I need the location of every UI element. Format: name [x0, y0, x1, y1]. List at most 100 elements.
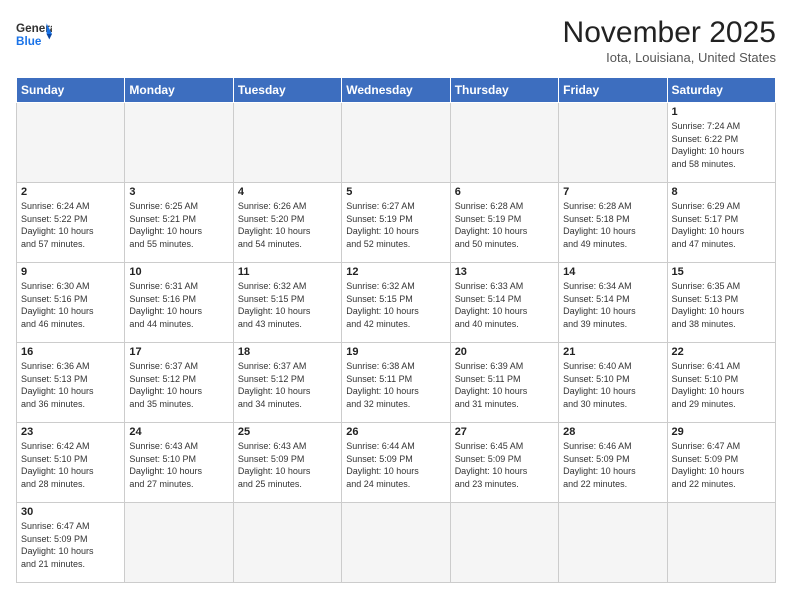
day-info: Sunrise: 6:32 AM Sunset: 5:15 PM Dayligh… — [346, 280, 445, 330]
day-header-sunday: Sunday — [17, 78, 125, 103]
day-cell: 8Sunrise: 6:29 AM Sunset: 5:17 PM Daylig… — [667, 183, 775, 263]
day-cell: 26 Sunrise: 6:44 AM Sunset: 5:09 PM Dayli… — [342, 423, 450, 503]
day-cell: 22 Sunrise: 6:41 AM Sunset: 5:10 PM Dayli… — [667, 343, 775, 423]
day-info: Sunrise: 6:34 AM Sunset: 5:14 PM Dayligh… — [563, 280, 662, 330]
day-cell: 7Sunrise: 6:28 AM Sunset: 5:18 PM Daylig… — [559, 183, 667, 263]
day-number: 15 — [672, 266, 771, 278]
day-cell: 30 Sunrise: 6:47 AM Sunset: 5:09 PM Dayli… — [17, 503, 125, 583]
day-number: 6 — [455, 186, 554, 198]
day-info: Sunrise: 6:28 AM Sunset: 5:19 PM Dayligh… — [455, 200, 554, 250]
day-cell: 6 Sunrise: 6:28 AM Sunset: 5:19 PM Daylig… — [450, 183, 558, 263]
day-cell — [233, 103, 341, 183]
day-cell: 11Sunrise: 6:32 AM Sunset: 5:15 PM Dayli… — [233, 263, 341, 343]
day-cell: 2 Sunrise: 6:24 AM Sunset: 5:22 PM Daylig… — [17, 183, 125, 263]
day-number: 5 — [346, 186, 445, 198]
week-row-3: 16 Sunrise: 6:36 AM Sunset: 5:13 PM Dayli… — [17, 343, 776, 423]
week-row-0: 1Sunrise: 7:24 AM Sunset: 6:22 PM Daylig… — [17, 103, 776, 183]
day-info: Sunrise: 6:44 AM Sunset: 5:09 PM Dayligh… — [346, 440, 445, 490]
day-cell: 9Sunrise: 6:30 AM Sunset: 5:16 PM Daylig… — [17, 263, 125, 343]
day-cell: 17Sunrise: 6:37 AM Sunset: 5:12 PM Dayli… — [125, 343, 233, 423]
day-number: 22 — [672, 346, 771, 358]
logo: General Blue — [16, 16, 52, 52]
day-cell: 23 Sunrise: 6:42 AM Sunset: 5:10 PM Dayli… — [17, 423, 125, 503]
day-cell — [125, 103, 233, 183]
day-cell: 16 Sunrise: 6:36 AM Sunset: 5:13 PM Dayli… — [17, 343, 125, 423]
day-number: 21 — [563, 346, 662, 358]
day-info: Sunrise: 6:43 AM Sunset: 5:10 PM Dayligh… — [129, 440, 228, 490]
day-info: Sunrise: 6:45 AM Sunset: 5:09 PM Dayligh… — [455, 440, 554, 490]
day-cell — [17, 103, 125, 183]
day-cell — [667, 503, 775, 583]
day-info: Sunrise: 6:27 AM Sunset: 5:19 PM Dayligh… — [346, 200, 445, 250]
day-info: Sunrise: 6:37 AM Sunset: 5:12 PM Dayligh… — [238, 360, 337, 410]
page-header: General Blue November 2025 Iota, Louisia… — [16, 16, 776, 65]
day-number: 13 — [455, 266, 554, 278]
day-number: 28 — [563, 426, 662, 438]
day-number: 26 — [346, 426, 445, 438]
day-info: Sunrise: 6:42 AM Sunset: 5:10 PM Dayligh… — [21, 440, 120, 490]
day-info: Sunrise: 6:31 AM Sunset: 5:16 PM Dayligh… — [129, 280, 228, 330]
day-info: Sunrise: 6:46 AM Sunset: 5:09 PM Dayligh… — [563, 440, 662, 490]
day-cell — [450, 103, 558, 183]
day-cell: 18 Sunrise: 6:37 AM Sunset: 5:12 PM Dayli… — [233, 343, 341, 423]
day-number: 14 — [563, 266, 662, 278]
day-number: 18 — [238, 346, 337, 358]
day-info: Sunrise: 6:38 AM Sunset: 5:11 PM Dayligh… — [346, 360, 445, 410]
day-info: Sunrise: 6:26 AM Sunset: 5:20 PM Dayligh… — [238, 200, 337, 250]
week-row-4: 23 Sunrise: 6:42 AM Sunset: 5:10 PM Dayli… — [17, 423, 776, 503]
day-cell: 10Sunrise: 6:31 AM Sunset: 5:16 PM Dayli… — [125, 263, 233, 343]
day-cell — [233, 503, 341, 583]
day-header-thursday: Thursday — [450, 78, 558, 103]
day-number: 20 — [455, 346, 554, 358]
day-info: Sunrise: 6:43 AM Sunset: 5:09 PM Dayligh… — [238, 440, 337, 490]
calendar-body: 1Sunrise: 7:24 AM Sunset: 6:22 PM Daylig… — [17, 103, 776, 583]
day-cell: 15Sunrise: 6:35 AM Sunset: 5:13 PM Dayli… — [667, 263, 775, 343]
day-info: Sunrise: 6:33 AM Sunset: 5:14 PM Dayligh… — [455, 280, 554, 330]
day-number: 24 — [129, 426, 228, 438]
day-cell: 19 Sunrise: 6:38 AM Sunset: 5:11 PM Dayli… — [342, 343, 450, 423]
day-info: Sunrise: 6:41 AM Sunset: 5:10 PM Dayligh… — [672, 360, 771, 410]
month-title: November 2025 — [563, 16, 776, 50]
week-row-5: 30 Sunrise: 6:47 AM Sunset: 5:09 PM Dayli… — [17, 503, 776, 583]
day-info: Sunrise: 6:47 AM Sunset: 5:09 PM Dayligh… — [672, 440, 771, 490]
day-info: Sunrise: 6:37 AM Sunset: 5:12 PM Dayligh… — [129, 360, 228, 410]
day-number: 19 — [346, 346, 445, 358]
day-cell — [342, 103, 450, 183]
day-cell: 1Sunrise: 7:24 AM Sunset: 6:22 PM Daylig… — [667, 103, 775, 183]
day-cell: 12Sunrise: 6:32 AM Sunset: 5:15 PM Dayli… — [342, 263, 450, 343]
day-cell — [342, 503, 450, 583]
day-cell: 20Sunrise: 6:39 AM Sunset: 5:11 PM Dayli… — [450, 343, 558, 423]
day-cell: 21 Sunrise: 6:40 AM Sunset: 5:10 PM Dayli… — [559, 343, 667, 423]
day-header-wednesday: Wednesday — [342, 78, 450, 103]
day-number: 27 — [455, 426, 554, 438]
day-number: 4 — [238, 186, 337, 198]
day-cell: 28 Sunrise: 6:46 AM Sunset: 5:09 PM Dayli… — [559, 423, 667, 503]
day-cell: 4 Sunrise: 6:26 AM Sunset: 5:20 PM Daylig… — [233, 183, 341, 263]
day-cell — [125, 503, 233, 583]
day-number: 30 — [21, 506, 120, 518]
day-cell — [559, 503, 667, 583]
day-cell: 29Sunrise: 6:47 AM Sunset: 5:09 PM Dayli… — [667, 423, 775, 503]
day-cell: 14 Sunrise: 6:34 AM Sunset: 5:14 PM Dayli… — [559, 263, 667, 343]
day-cell: 5 Sunrise: 6:27 AM Sunset: 5:19 PM Daylig… — [342, 183, 450, 263]
calendar-table: SundayMondayTuesdayWednesdayThursdayFrid… — [16, 77, 776, 583]
day-number: 23 — [21, 426, 120, 438]
day-info: Sunrise: 6:36 AM Sunset: 5:13 PM Dayligh… — [21, 360, 120, 410]
day-cell: 24 Sunrise: 6:43 AM Sunset: 5:10 PM Dayli… — [125, 423, 233, 503]
day-cell: 13 Sunrise: 6:33 AM Sunset: 5:14 PM Dayli… — [450, 263, 558, 343]
day-number: 11 — [238, 266, 337, 278]
week-row-1: 2 Sunrise: 6:24 AM Sunset: 5:22 PM Daylig… — [17, 183, 776, 263]
day-header-monday: Monday — [125, 78, 233, 103]
day-number: 1 — [672, 106, 771, 118]
day-info: Sunrise: 6:40 AM Sunset: 5:10 PM Dayligh… — [563, 360, 662, 410]
calendar-header: SundayMondayTuesdayWednesdayThursdayFrid… — [17, 78, 776, 103]
week-row-2: 9Sunrise: 6:30 AM Sunset: 5:16 PM Daylig… — [17, 263, 776, 343]
day-info: Sunrise: 6:24 AM Sunset: 5:22 PM Dayligh… — [21, 200, 120, 250]
day-number: 16 — [21, 346, 120, 358]
day-number: 2 — [21, 186, 120, 198]
day-cell: 25Sunrise: 6:43 AM Sunset: 5:09 PM Dayli… — [233, 423, 341, 503]
day-info: Sunrise: 6:47 AM Sunset: 5:09 PM Dayligh… — [21, 520, 120, 570]
day-cell — [450, 503, 558, 583]
title-block: November 2025 Iota, Louisiana, United St… — [563, 16, 776, 65]
day-cell — [559, 103, 667, 183]
